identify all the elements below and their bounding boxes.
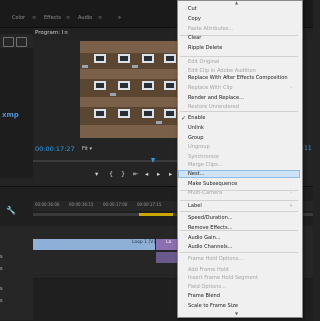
add-marker-icon[interactable]: ▾ (95, 170, 98, 178)
chevron-down-icon: ▾ (89, 146, 92, 152)
project-toolbar (0, 34, 33, 48)
menu-item[interactable]: Paste Attributes... (188, 26, 233, 33)
menu-item[interactable]: Render and Replace... (188, 95, 244, 102)
menu-item[interactable]: Edit Original (188, 59, 219, 66)
menu-item[interactable]: Clear (188, 35, 201, 42)
program-monitor-title[interactable]: Program: I (35, 30, 63, 36)
submenu-arrow-icon: › (290, 190, 292, 196)
mark-out-icon[interactable]: } (121, 170, 125, 178)
menu-item[interactable]: Frame Hold Options... (188, 256, 243, 263)
step-back-icon[interactable]: ◂ (145, 170, 148, 178)
track-headers: s s s s (0, 226, 33, 320)
menu-item[interactable]: Add Frame Hold (188, 267, 229, 274)
menu-item[interactable]: Insert Frame Hold Segment (188, 275, 258, 282)
tab-color[interactable]: Color (12, 15, 25, 21)
ruler-timecode: 00:00:17:15 (137, 202, 162, 207)
menu-item[interactable]: Audio Channels... (188, 244, 233, 251)
menu-item[interactable]: Enable (188, 115, 205, 122)
submenu-arrow-icon: › (290, 203, 292, 209)
timeline-settings-icon[interactable]: 🔧 (6, 206, 16, 215)
go-to-in-icon[interactable]: ⇤ (133, 170, 138, 178)
menu-item[interactable]: Ripple Delete (188, 45, 222, 52)
list-view-icon[interactable] (3, 37, 14, 47)
menu-item[interactable]: Replace With After Effects Composition (188, 75, 288, 82)
ruler-timecode: 00:00:17:00 (103, 202, 128, 207)
menu-separator (180, 252, 298, 253)
tab-menu-icon[interactable]: ≡ (98, 15, 102, 21)
track-label: s (0, 286, 3, 292)
checkmark-icon: ✓ (181, 115, 187, 122)
panel-menu-icon[interactable]: ≡ (64, 30, 68, 36)
sequence-duration: :11 (302, 145, 312, 152)
video-frame-image (80, 41, 180, 138)
menu-item[interactable]: Ungroup (188, 144, 210, 151)
tab-menu-icon[interactable]: ≡ (66, 15, 70, 21)
menu-item[interactable]: Remove Effects... (188, 225, 232, 232)
ruler-timecode: 00:00:16:15 (69, 202, 94, 207)
menu-item[interactable]: Restore Unrendered (188, 104, 239, 111)
ruler-timecode: 00:00:16:00 (35, 202, 60, 207)
menu-item[interactable]: Audio Gain... (188, 235, 221, 242)
menu-item[interactable]: Nest... (188, 171, 204, 178)
play-icon[interactable]: ▸ (157, 170, 160, 178)
zoom-fit-select[interactable]: Fit ▾ (82, 146, 92, 152)
menu-item[interactable]: Multi-Camera (188, 190, 222, 197)
mark-in-icon[interactable]: { (109, 170, 113, 178)
more-workspaces-icon[interactable]: » (118, 15, 121, 21)
playhead-timecode[interactable]: 00:00:17:27 (35, 145, 75, 153)
menu-item[interactable]: Make Subsequence (188, 181, 237, 188)
submenu-arrow-icon: › (290, 85, 292, 91)
menu-item[interactable]: Edit Clip in Adobe Audition (188, 68, 256, 75)
menu-item[interactable]: Scale to Frame Size (188, 303, 238, 310)
clip-label: Loop 1 [V] (132, 240, 156, 245)
menu-item[interactable]: Replace With Clip (188, 85, 233, 92)
video-preview (80, 41, 180, 138)
step-forward-icon[interactable]: ▸ (169, 170, 172, 178)
menu-item[interactable]: Label (188, 203, 202, 210)
menu-item[interactable]: Field Options... (188, 284, 226, 291)
menu-item[interactable]: Unlink (188, 125, 204, 132)
menu-scroll-up-icon[interactable]: ▲ (235, 0, 238, 5)
menu-separator (180, 200, 298, 201)
project-item-label: xmp (2, 111, 19, 119)
menu-item[interactable]: Frame Blend (188, 293, 220, 300)
tab-effects[interactable]: Effects (44, 15, 61, 21)
menu-separator (180, 56, 298, 57)
menu-item[interactable]: Copy (188, 16, 201, 23)
menu-separator (180, 211, 298, 212)
menu-scroll-down-icon[interactable]: ▼ (235, 311, 238, 316)
menu-separator (180, 111, 298, 112)
menu-item[interactable]: Group (188, 135, 204, 142)
menu-item[interactable]: Speed/Duration... (188, 215, 233, 222)
track-label: s (0, 298, 3, 304)
menu-item[interactable]: Cut (188, 6, 197, 13)
icon-view-icon[interactable] (16, 37, 27, 47)
clip-label: La (166, 240, 172, 245)
tab-audio[interactable]: Audio (78, 15, 92, 21)
track-label: s (0, 266, 3, 272)
project-panel (0, 28, 33, 178)
zoom-fit-value: Fit (82, 146, 88, 152)
menu-item[interactable]: Synchronize (188, 154, 219, 161)
menu-item[interactable]: Merge Clips... (188, 162, 223, 169)
track-label: s (0, 254, 3, 260)
tab-menu-icon[interactable]: ≡ (32, 15, 36, 21)
